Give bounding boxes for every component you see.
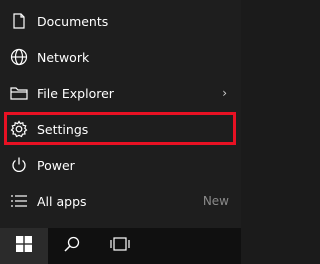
- settings-highlight-box: [4, 112, 236, 145]
- network-icon: [10, 48, 28, 66]
- taskbar: [0, 228, 241, 264]
- search-button[interactable]: [48, 228, 96, 264]
- menu-item-label: All apps: [37, 193, 87, 209]
- menu-item-documents[interactable]: Documents: [0, 3, 241, 39]
- document-icon: [10, 12, 28, 30]
- menu-item-network[interactable]: Network: [0, 39, 241, 75]
- search-icon: [63, 235, 81, 257]
- chevron-right-icon[interactable]: ›: [222, 86, 227, 100]
- menu-item-label: Power: [37, 157, 75, 173]
- windows-start-icon: [16, 236, 32, 256]
- start-button[interactable]: [0, 228, 48, 264]
- power-icon: [10, 156, 28, 174]
- new-badge: New: [202, 194, 229, 208]
- folder-icon: [10, 84, 28, 102]
- menu-item-label: Documents: [37, 13, 109, 29]
- menu-item-label: Network: [37, 49, 90, 65]
- task-view-button[interactable]: [96, 228, 144, 264]
- menu-item-file-explorer[interactable]: File Explorer ›: [0, 75, 241, 111]
- list-icon: [10, 192, 28, 210]
- start-menu: Documents Network File Explorer › Settin…: [0, 0, 241, 228]
- menu-item-label: File Explorer: [37, 85, 114, 101]
- menu-item-all-apps[interactable]: All apps New: [0, 183, 241, 219]
- menu-item-power[interactable]: Power: [0, 147, 241, 183]
- task-view-icon: [109, 236, 131, 256]
